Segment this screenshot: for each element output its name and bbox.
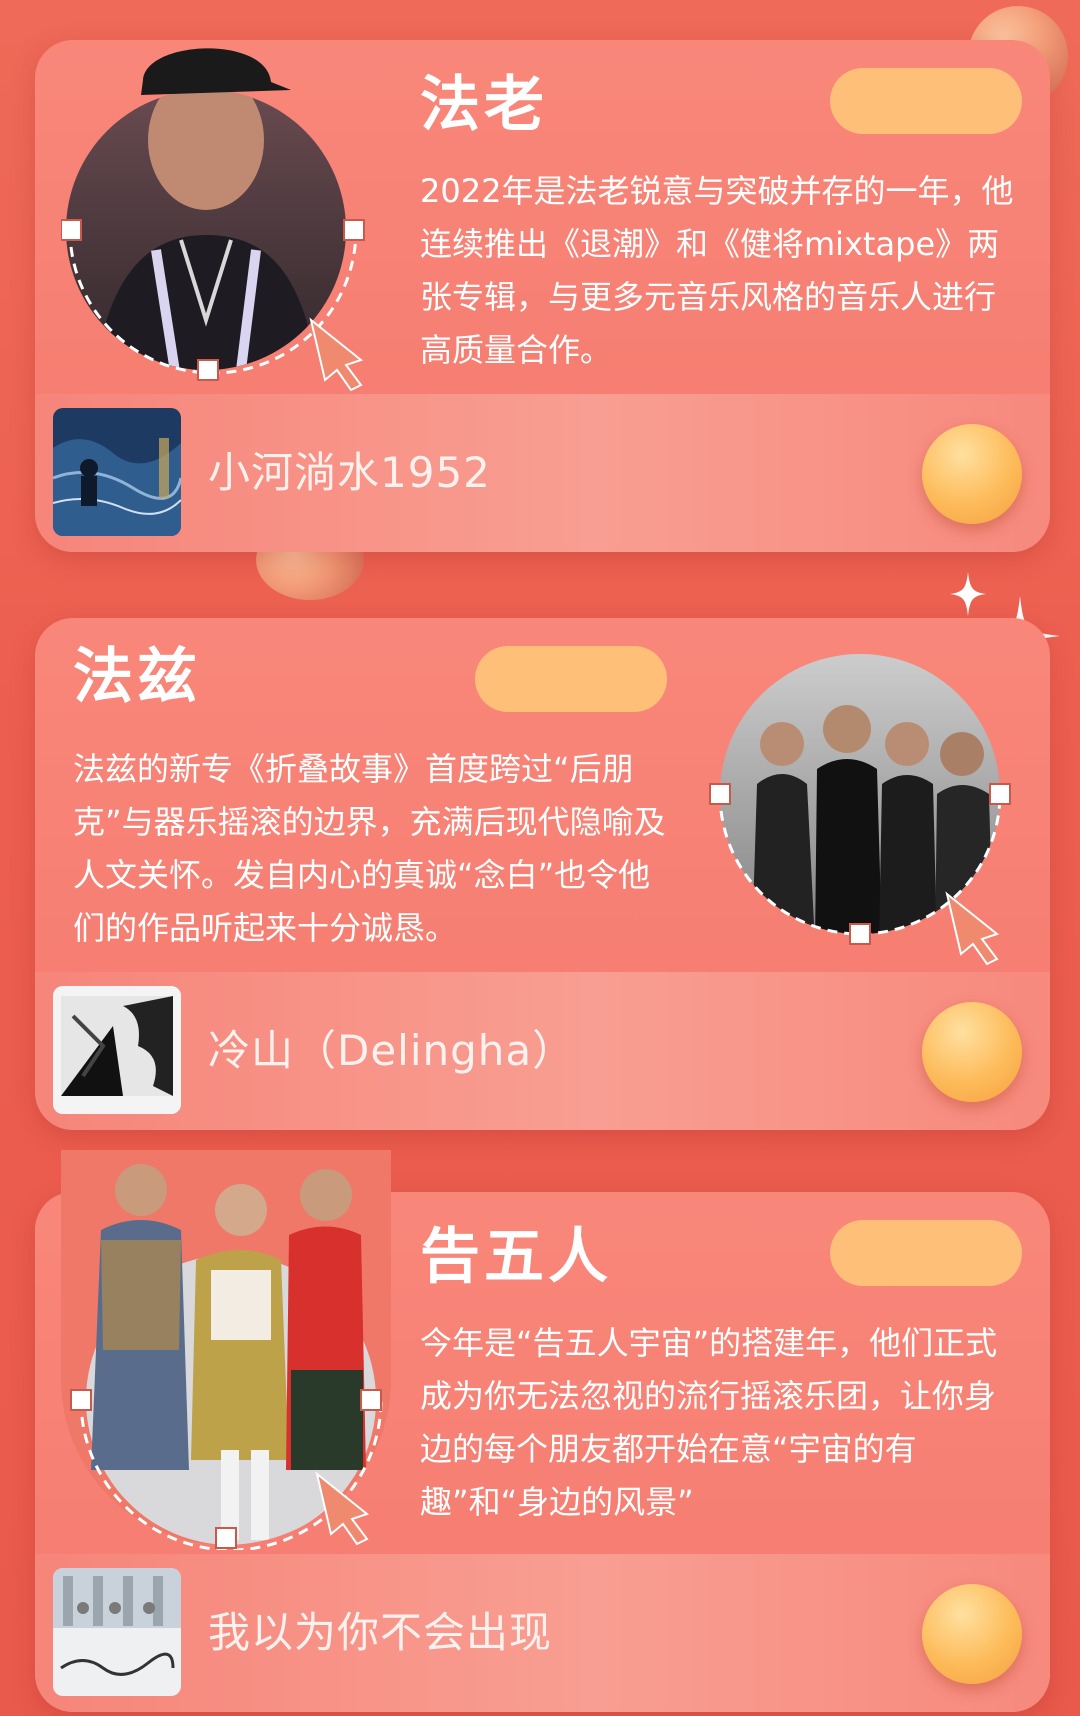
artist-card-2: 法兹 法兹的新专《折叠故事》首度跨过“后朋克”与器乐摇滚的边界，充满后现代隐喻及…	[35, 618, 1050, 1130]
play-button[interactable]	[922, 1584, 1022, 1684]
play-button[interactable]	[922, 1002, 1022, 1102]
artist-description: 法兹的新专《折叠故事》首度跨过“后朋克”与器乐摇滚的边界，充满后现代隐喻及人文关…	[73, 750, 666, 947]
artist-name: 告五人	[420, 1222, 612, 1292]
band-photo[interactable]	[697, 644, 1027, 974]
song-title: 冷山（Delingha）	[208, 1026, 576, 1075]
song-title: 我以为你不会出现	[208, 1608, 553, 1657]
artist-card-1: 法老 2022年是法老锐意与突破并存的一年，他连续推出《退潮》和《健将mixta…	[35, 40, 1050, 552]
artist-photo[interactable]	[61, 20, 391, 410]
play-button[interactable]	[922, 424, 1022, 524]
artist-name: 法兹	[73, 642, 201, 712]
album-cover-icon	[53, 986, 181, 1114]
tag-pill	[830, 68, 1022, 134]
song-title: 小河淌水1952	[208, 448, 491, 497]
artist-description: 今年是“告五人宇宙”的搭建年，他们正式成为你无法忽视的流行摇滚乐团，让你身边的每…	[420, 1324, 998, 1521]
artist-card-3: 告五人 今年是“告五人宇宙”的搭建年，他们正式成为你无法忽视的流行摇滚乐团，让你…	[35, 1150, 1050, 1712]
band-photo[interactable]	[61, 1150, 391, 1550]
song-row[interactable]: 小河淌水1952	[35, 394, 1050, 552]
tag-pill	[830, 1220, 1022, 1286]
album-cover-icon	[53, 1568, 181, 1696]
tag-pill	[475, 646, 667, 712]
song-row[interactable]: 冷山（Delingha）	[35, 972, 1050, 1130]
artist-name: 法老	[420, 70, 548, 140]
artist-description: 2022年是法老锐意与突破并存的一年，他连续推出《退潮》和《健将mixtape》…	[420, 172, 1014, 369]
song-row[interactable]: 我以为你不会出现	[35, 1554, 1050, 1712]
album-cover-icon	[53, 408, 181, 536]
